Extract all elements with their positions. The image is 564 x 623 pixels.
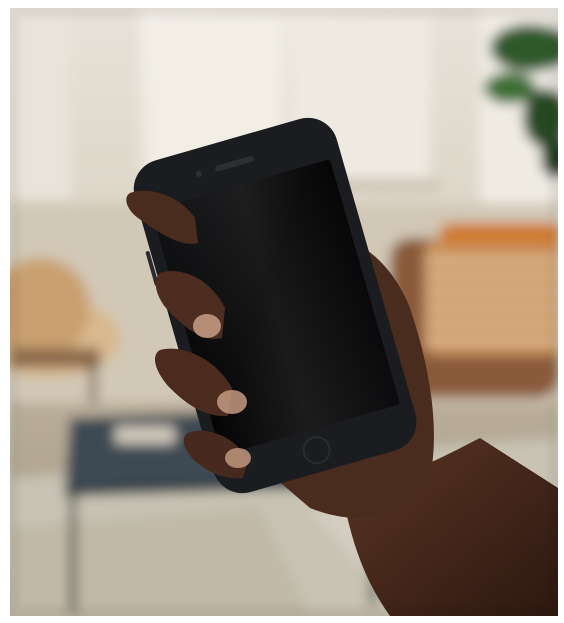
photo-frame [10, 8, 558, 616]
striped-pillow [425, 240, 558, 355]
table-object [115, 426, 175, 444]
photo-scene [10, 8, 558, 616]
